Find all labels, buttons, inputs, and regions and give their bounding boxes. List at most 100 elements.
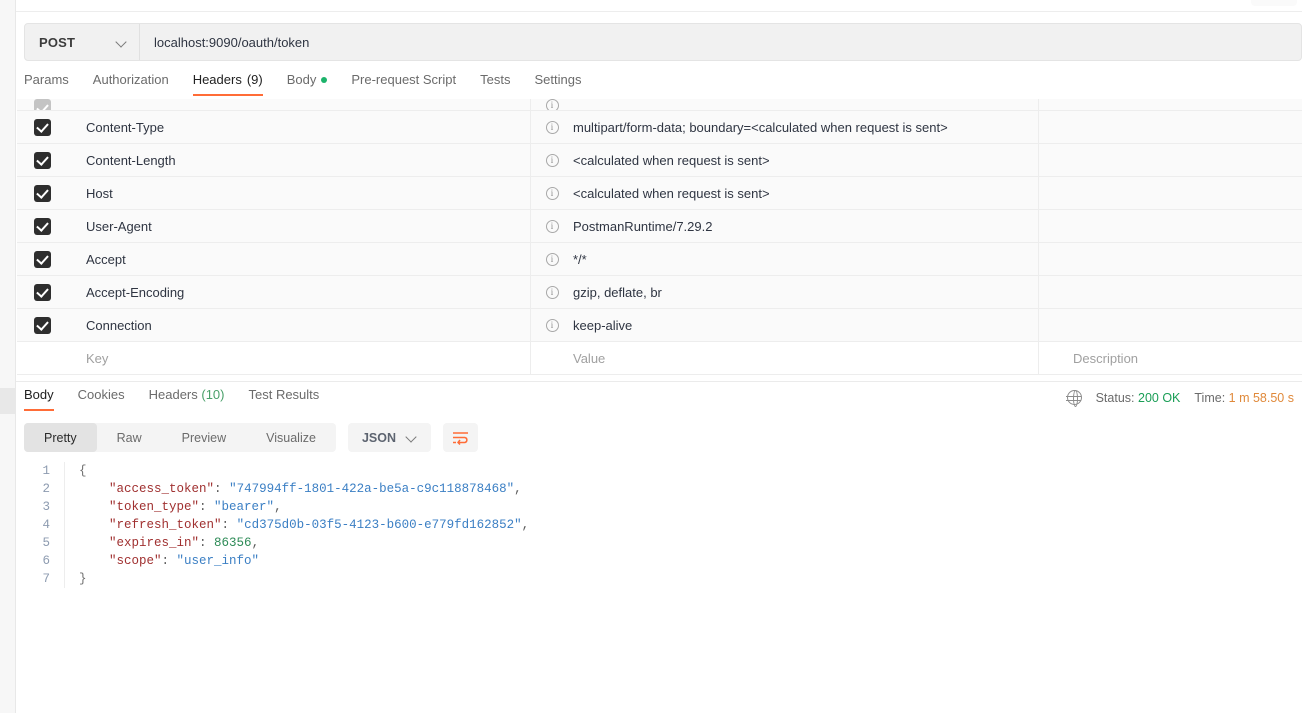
code-token: "access_token"	[109, 482, 215, 496]
response-body-code[interactable]: 1{2 "access_token": "747994ff-1801-422a-…	[24, 462, 1302, 702]
header-description-cell[interactable]	[1039, 177, 1302, 210]
info-cell[interactable]: i	[531, 318, 573, 332]
info-icon[interactable]: i	[545, 252, 559, 266]
request-tab-params[interactable]: Params	[24, 72, 85, 96]
response-tab-headers[interactable]: Headers (10)	[149, 387, 225, 411]
header-enabled-checkbox[interactable]	[33, 250, 51, 268]
info-cell[interactable]: i	[531, 219, 573, 233]
header-value-cell[interactable]: PostmanRuntime/7.29.2	[573, 209, 1039, 243]
row-checkbox-cell[interactable]	[17, 316, 67, 334]
header-description-cell[interactable]	[1039, 243, 1302, 276]
format-select[interactable]: JSON	[347, 423, 431, 452]
new-header-row[interactable]: Key Value Description	[17, 341, 1302, 375]
header-value-text: */*	[573, 251, 587, 267]
response-tab-cookies[interactable]: Cookies	[78, 387, 125, 411]
info-cell[interactable]: i	[531, 99, 573, 110]
header-description-cell[interactable]	[1039, 276, 1302, 309]
table-row[interactable]: User-Agent i PostmanRuntime/7.29.2	[17, 209, 1302, 243]
info-cell[interactable]: i	[531, 252, 573, 266]
sidebar-scroll-thumb[interactable]	[0, 388, 16, 414]
new-header-key-input[interactable]: Key	[67, 341, 531, 375]
info-cell[interactable]: i	[531, 285, 573, 299]
request-tab-body[interactable]: Body	[287, 72, 344, 96]
info-icon[interactable]: i	[545, 318, 559, 332]
response-tab-body[interactable]: Body	[24, 387, 54, 411]
new-header-description-input[interactable]: Description	[1039, 342, 1302, 375]
header-enabled-checkbox[interactable]	[33, 151, 51, 169]
table-row[interactable]: Accept i */*	[17, 242, 1302, 276]
word-wrap-button[interactable]	[443, 423, 478, 452]
format-label: JSON	[361, 430, 396, 445]
header-key-cell[interactable]: Connection	[67, 308, 531, 342]
info-cell[interactable]: i	[531, 120, 573, 134]
header-description-cell[interactable]	[1039, 144, 1302, 177]
header-value-cell[interactable]: <calculated when request is sent>	[573, 176, 1039, 210]
header-value-cell[interactable]: gzip, deflate, br	[573, 275, 1039, 309]
table-row[interactable]: Connection i keep-alive	[17, 308, 1302, 342]
method-select[interactable]: POST	[25, 24, 140, 60]
header-description-cell[interactable]	[1039, 210, 1302, 243]
info-icon[interactable]: i	[545, 153, 559, 167]
info-icon[interactable]: i	[545, 186, 559, 200]
row-checkbox-cell[interactable]	[17, 118, 67, 136]
request-tab-headers[interactable]: Headers (9)	[192, 72, 279, 96]
header-description-cell[interactable]	[1039, 309, 1302, 342]
header-enabled-checkbox[interactable]	[33, 316, 51, 334]
code-line: 1{	[24, 462, 1302, 480]
header-key-cell[interactable]: Content-Length	[67, 143, 531, 177]
info-icon[interactable]: i	[545, 219, 559, 233]
url-input[interactable]: localhost:9090/oauth/token	[140, 24, 1301, 60]
header-enabled-checkbox[interactable]	[33, 217, 51, 235]
header-key-text: Host	[86, 185, 113, 201]
info-cell[interactable]: i	[531, 153, 573, 167]
header-enabled-checkbox[interactable]	[33, 184, 51, 202]
header-value-cell[interactable]: <calculated when request is sent>	[573, 143, 1039, 177]
row-checkbox-cell[interactable]	[17, 99, 67, 110]
info-icon[interactable]: i	[545, 285, 559, 299]
info-cell[interactable]: i	[531, 186, 573, 200]
header-value-cell[interactable]: */*	[573, 242, 1039, 276]
table-row[interactable]: Content-Type i multipart/form-data; bounda…	[17, 110, 1302, 144]
info-icon[interactable]: i	[545, 99, 559, 110]
header-description-cell[interactable]	[1039, 111, 1302, 144]
request-tab-tests[interactable]: Tests	[480, 72, 526, 96]
send-button-clipped[interactable]	[1251, 0, 1297, 6]
new-header-value-input[interactable]: Value	[573, 341, 1039, 375]
header-enabled-checkbox[interactable]	[33, 118, 51, 136]
globe-icon[interactable]	[1066, 389, 1082, 407]
view-mode-preview[interactable]: Preview	[162, 423, 246, 452]
header-key-text: Content-Type	[86, 119, 165, 135]
header-enabled-checkbox[interactable]	[33, 283, 51, 301]
row-checkbox-cell[interactable]	[17, 151, 67, 169]
header-key-cell[interactable]: User-Agent	[67, 209, 531, 243]
status-value: 200 OK	[1138, 390, 1181, 405]
row-checkbox-cell[interactable]	[17, 217, 67, 235]
table-row[interactable]: Postman-Token i <calculated when request i…	[17, 99, 1302, 111]
header-key-cell[interactable]: Accept	[67, 242, 531, 276]
row-checkbox-cell[interactable]	[17, 250, 67, 268]
table-row[interactable]: Content-Length i <calculated when request …	[17, 143, 1302, 177]
header-key-cell[interactable]: Accept-Encoding	[67, 275, 531, 309]
code-line-text: "expires_in": 86356,	[64, 534, 259, 552]
header-key-cell[interactable]: Postman-Token	[67, 99, 531, 110]
header-value-cell[interactable]: multipart/form-data; boundary=<calculate…	[573, 110, 1039, 144]
header-description-cell[interactable]	[1039, 99, 1302, 110]
view-mode-raw[interactable]: Raw	[97, 423, 162, 452]
header-enabled-checkbox[interactable]	[33, 99, 51, 110]
header-value-cell[interactable]: <calculated when request is sent>	[573, 99, 1039, 110]
header-key-cell[interactable]: Content-Type	[67, 110, 531, 144]
request-tab-settings[interactable]: Settings	[534, 72, 597, 96]
table-row[interactable]: Accept-Encoding i gzip, deflate, br	[17, 275, 1302, 309]
header-value-cell[interactable]: keep-alive	[573, 308, 1039, 342]
table-row[interactable]: Host i <calculated when request is sent>	[17, 176, 1302, 210]
view-mode-visualize[interactable]: Visualize	[246, 423, 336, 452]
request-tab-authorization[interactable]: Authorization	[93, 72, 185, 96]
row-checkbox-cell[interactable]	[17, 283, 67, 301]
request-tab-pre-request-script[interactable]: Pre-request Script	[351, 72, 472, 96]
view-mode-pretty[interactable]: Pretty	[24, 423, 97, 452]
header-key-cell[interactable]: Host	[67, 176, 531, 210]
info-icon[interactable]: i	[545, 120, 559, 134]
response-tab-test-results[interactable]: Test Results	[248, 387, 319, 411]
row-checkbox-cell[interactable]	[17, 184, 67, 202]
